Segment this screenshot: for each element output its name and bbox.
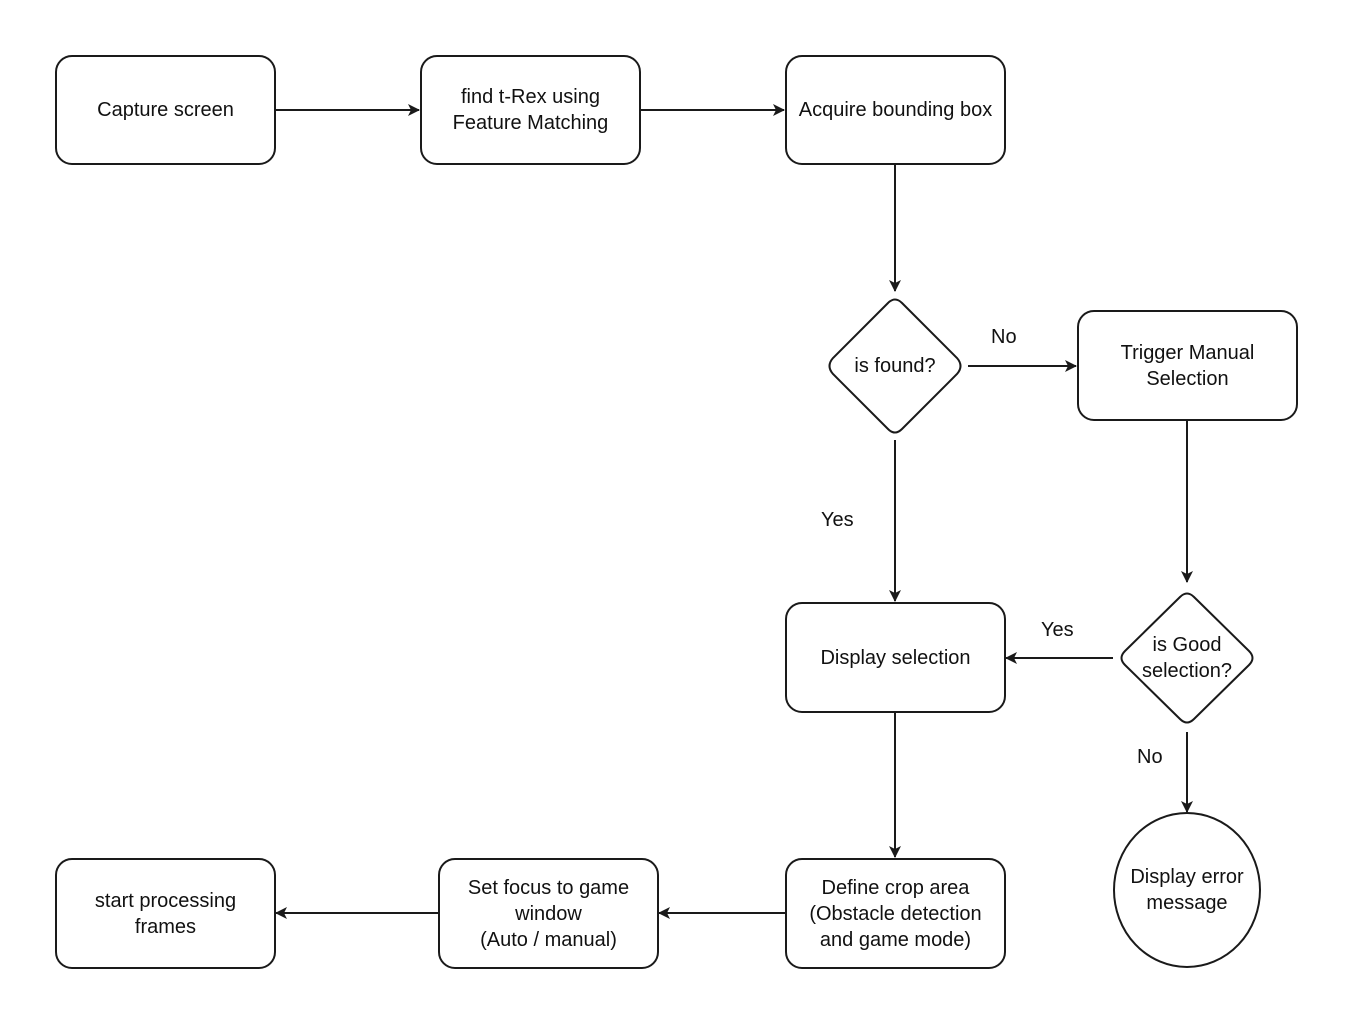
- label-start-processing: start processing frames: [94, 889, 237, 938]
- label-display-selection: Display selection: [820, 646, 971, 669]
- edge-label-good-no: No: [1137, 746, 1163, 768]
- edge-label-found-no: No: [991, 326, 1017, 348]
- label-display-error-message: Display error message: [1130, 866, 1244, 914]
- label-is-found: is found?: [854, 355, 936, 377]
- edge-label-good-yes: Yes: [1041, 619, 1074, 641]
- label-is-good-selection: is Good selection?: [1141, 634, 1233, 682]
- label-set-focus: Set focus to game window (Auto / manual): [467, 876, 630, 951]
- label-define-crop-area: Define crop area (Obstacle detection and…: [809, 876, 982, 951]
- label-capture-screen: Capture screen: [97, 99, 234, 121]
- edge-label-found-yes: Yes: [821, 509, 854, 531]
- label-find-t-rex: find t-Rex using Feature Matching: [452, 86, 609, 134]
- label-acquire-bounding-box: Acquire bounding box: [798, 99, 993, 121]
- label-trigger-manual-selection: Trigger Manual Selection: [1120, 341, 1255, 390]
